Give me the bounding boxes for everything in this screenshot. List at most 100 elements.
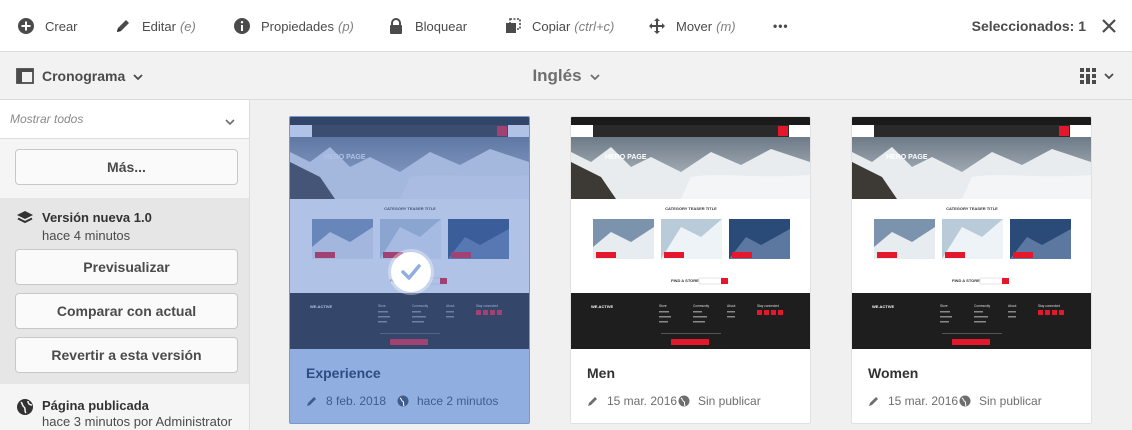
create-label: Crear — [45, 18, 78, 34]
footer-col-store: Store — [659, 304, 667, 308]
chevron-down-icon — [225, 115, 235, 129]
copy-icon — [504, 17, 522, 35]
lock-button[interactable]: Bloquear — [387, 0, 467, 52]
view-switcher[interactable] — [1080, 68, 1114, 84]
footer-col-about: About — [727, 304, 735, 308]
copy-label: Copiar — [532, 18, 571, 34]
card-title: Men — [587, 365, 615, 381]
filter-value: Mostrar todos — [10, 112, 84, 126]
copy-button[interactable]: Copiar (ctrl+c) — [504, 0, 614, 52]
language-label: Inglés — [532, 66, 582, 85]
footer-col-community: Community — [974, 304, 991, 308]
globe-icon — [678, 395, 690, 407]
more-button-label: Más... — [107, 159, 146, 175]
chevron-down-icon — [1104, 72, 1114, 80]
properties-button[interactable]: Propiedades (p) — [233, 0, 354, 52]
version-entry: Versión nueva 1.0 hace 4 minutos Previsu… — [0, 198, 249, 384]
action-bar: Crear Editar (e) Propiedades (p) Bloquea… — [0, 0, 1132, 52]
language-title: Inglés — [0, 66, 1132, 86]
checkmark-icon[interactable] — [391, 252, 431, 292]
published-title: Página publicada — [42, 398, 149, 413]
page-card[interactable]: HERO PAGE CATEGORY TEASER TITLE FIND A S… — [570, 116, 811, 424]
lock-icon — [387, 17, 405, 35]
publish-status-text: Sin publicar — [698, 394, 761, 408]
publish-status-text: Sin publicar — [979, 394, 1042, 408]
edit-label: Editar — [142, 18, 176, 34]
compare-button[interactable]: Comparar con actual — [15, 293, 238, 329]
page-card[interactable]: HERO PAGE CATEGORY TEASER TITLE FIND A S… — [851, 116, 1092, 424]
card-view-icon — [1080, 68, 1096, 84]
move-arrows-icon — [648, 17, 666, 35]
timeline-rail: Mostrar todos Más... Versión nueva 1.0 h… — [0, 100, 250, 430]
publish-status: Sin publicar — [678, 393, 761, 409]
publish-status: hace 2 minutos — [397, 393, 498, 409]
move-button[interactable]: Mover (m) — [648, 0, 736, 52]
publish-status: Sin publicar — [959, 393, 1042, 409]
hero-text: HERO PAGE — [886, 154, 928, 161]
globe-icon — [397, 395, 409, 407]
more-actions-button[interactable]: ••• — [773, 0, 789, 52]
footer-col-about: About — [1008, 304, 1016, 308]
modified-date-text: 8 feb. 2018 — [326, 394, 387, 408]
modified-date: 15 mar. 2016 — [868, 393, 958, 409]
footer-col-social: Stay connected — [1038, 304, 1060, 308]
pencil-icon — [114, 17, 132, 35]
chevron-down-icon — [589, 66, 600, 86]
close-selection-icon[interactable] — [1100, 17, 1118, 35]
language-dropdown[interactable]: Inglés — [532, 66, 600, 86]
preview-button[interactable]: Previsualizar — [15, 249, 238, 285]
card-grid: HERO PAGE CATEGORY TEASER TITLE FIND A S… — [251, 100, 1132, 430]
footer-col-social: Stay connected — [757, 304, 779, 308]
compare-button-label: Comparar con actual — [56, 303, 197, 319]
move-shortcut: (m) — [716, 18, 736, 34]
page-thumbnail: HERO PAGE CATEGORY TEASER TITLE FIND A S… — [290, 117, 529, 349]
sub-header: Cronograma Inglés — [0, 52, 1132, 100]
page-card[interactable]: HERO PAGE CATEGORY TEASER TITLE FIND A S… — [289, 116, 530, 424]
pencil-icon — [869, 397, 878, 406]
copy-shortcut: (ctrl+c) — [574, 18, 615, 34]
published-time: hace 3 minutos por Administrator — [42, 414, 233, 429]
modified-date: 8 feb. 2018 — [306, 393, 386, 409]
modified-date-text: 15 mar. 2016 — [888, 394, 959, 408]
store-text: FIND A STORE — [952, 278, 980, 283]
card-title: Experience — [306, 365, 381, 381]
version-time: hace 4 minutos — [42, 228, 131, 243]
more-label: ••• — [773, 19, 789, 33]
modified-date-text: 15 mar. 2016 — [607, 394, 678, 408]
pencil-icon — [588, 397, 597, 406]
footer-brand-text: WE.ACTIVE — [591, 304, 614, 309]
globe-icon — [959, 395, 971, 407]
layers-icon — [16, 209, 34, 227]
footer-brand-text: WE.ACTIVE — [872, 304, 895, 309]
page-thumbnail: HERO PAGE CATEGORY TEASER TITLE FIND A S… — [852, 117, 1091, 349]
globe-icon — [16, 398, 34, 416]
version-title: Versión nueva 1.0 — [42, 210, 152, 225]
selection-overlay — [290, 117, 529, 349]
create-button[interactable]: Crear — [17, 0, 78, 52]
lock-label: Bloquear — [415, 18, 468, 34]
revert-button[interactable]: Revertir a esta versión — [15, 337, 238, 373]
timeline-filter[interactable]: Mostrar todos — [0, 100, 249, 139]
footer-col-store: Store — [940, 304, 948, 308]
more-button[interactable]: Más... — [15, 149, 238, 185]
preview-button-label: Previsualizar — [83, 259, 170, 275]
properties-label: Propiedades — [261, 18, 334, 34]
publish-status-text: hace 2 minutos — [417, 394, 499, 408]
info-icon — [233, 17, 251, 35]
pencil-icon — [307, 397, 316, 406]
card-title: Women — [868, 365, 919, 381]
selected-count: Seleccionados: 1 — [971, 18, 1086, 34]
modified-date: 15 mar. 2016 — [587, 393, 677, 409]
edit-shortcut: (e) — [179, 18, 196, 34]
page-thumbnail: HERO PAGE CATEGORY TEASER TITLE FIND A S… — [571, 117, 810, 349]
revert-button-label: Revertir a esta versión — [51, 347, 202, 363]
edit-button[interactable]: Editar (e) — [114, 0, 196, 52]
footer-col-community: Community — [693, 304, 710, 308]
hero-text: HERO PAGE — [605, 154, 647, 161]
add-circle-icon — [17, 17, 35, 35]
store-text: FIND A STORE — [671, 278, 699, 283]
properties-shortcut: (p) — [338, 18, 354, 34]
move-label: Mover — [676, 18, 713, 34]
teaser-text: CATEGORY TEASER TITLE — [946, 206, 998, 211]
teaser-text: CATEGORY TEASER TITLE — [665, 206, 717, 211]
